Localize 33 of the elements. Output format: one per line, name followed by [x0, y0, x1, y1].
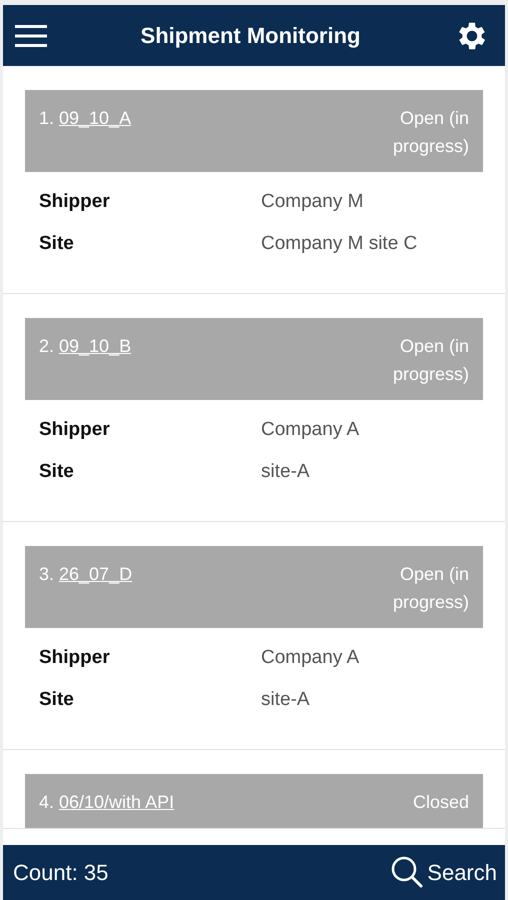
field-value: Company A	[261, 646, 360, 670]
app-title: Shipment Monitoring	[140, 22, 360, 48]
shipment-status: Open (in progress)	[392, 107, 469, 158]
field-label: Site	[39, 460, 75, 484]
field-value: Company A	[261, 418, 360, 442]
shipment-header[interactable]: 4. 06/10/with API Closed	[25, 774, 483, 828]
shipment-status: Open (in progress)	[392, 563, 469, 614]
shipment-header[interactable]: 2. 09_10_B Open (in progress)	[25, 318, 483, 400]
shipment-link[interactable]: 26_07_D	[59, 560, 132, 588]
search-button[interactable]: Search	[389, 854, 497, 890]
field-label: Shipper	[39, 646, 111, 670]
field-label: Shipper	[39, 418, 111, 442]
record-count: Count: 35	[13, 860, 108, 886]
field-value: Company M site C	[261, 232, 418, 256]
shipment-status: Closed	[412, 791, 469, 814]
field-value: site-A	[261, 460, 311, 484]
shipment-number: 1.	[39, 107, 54, 130]
shipment-header[interactable]: 1. 09_10_A Open (in progress)	[25, 90, 483, 172]
field-label: Site	[39, 688, 75, 712]
field-value: site-A	[261, 688, 311, 712]
shipment-status: Open (in progress)	[392, 335, 469, 386]
shipment-header[interactable]: 3. 26_07_D Open (in progress)	[25, 546, 483, 628]
field-value: Company M	[261, 190, 364, 214]
menu-icon[interactable]	[15, 24, 47, 48]
shipment-link[interactable]: 09_10_B	[59, 332, 132, 360]
field-label: Shipper	[39, 190, 111, 214]
shipment-number: 4.	[39, 791, 54, 814]
shipment-link[interactable]: 06/10/with API	[59, 788, 174, 816]
shipment-number: 2.	[39, 335, 54, 358]
shipment-number: 3.	[39, 563, 54, 586]
shipment-link[interactable]: 09_10_A	[59, 104, 132, 132]
search-icon	[389, 854, 426, 890]
field-label: Site	[39, 232, 75, 256]
